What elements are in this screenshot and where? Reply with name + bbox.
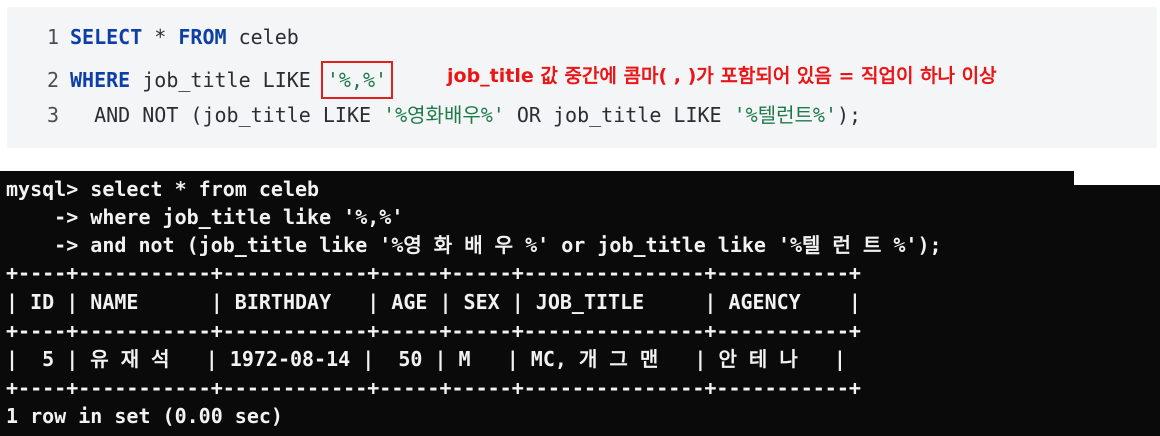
code-text: celeb xyxy=(226,25,299,49)
result-summary: 1 row in set (0.00 sec) xyxy=(6,404,283,428)
highlighted-pattern-string: '%,%' xyxy=(320,61,394,99)
terminal-gap xyxy=(1074,171,1160,185)
code-text: AND NOT (job_title LIKE xyxy=(94,103,384,127)
sql-code-editor: 1 SELECT * FROM celeb 2 WHERE job_title LI… xyxy=(7,7,1157,148)
code-text: job_title LIKE xyxy=(130,68,323,92)
table-border: +----+-----------+------------+-----+---… xyxy=(6,261,861,285)
string-literal: '%영화배우%' xyxy=(383,103,505,127)
table-border: +----+-----------+------------+-----+---… xyxy=(6,376,861,400)
code-text: OR job_title LIKE xyxy=(504,103,734,127)
table-row: | 5 | 유 재 석 | 1972-08-14 | 50 | M | MC, … xyxy=(6,347,846,371)
code-line-3: 3 AND NOT (job_title LIKE '%영화배우%' OR jo… xyxy=(7,100,861,130)
table-border: +----+-----------+------------+-----+---… xyxy=(6,319,861,343)
code-text: * xyxy=(142,25,179,49)
table-header-row: | ID | NAME | BIRTHDAY | AGE | SEX | JOB… xyxy=(6,290,861,314)
line-number: 1 xyxy=(46,25,59,49)
annotation-note: job_title 값 중간에 콤마( , )가 포함되어 있음 = 직업이 하… xyxy=(447,65,997,87)
terminal-prompt-line: mysql> select * from celeb xyxy=(6,177,320,201)
line-number: 3 xyxy=(46,103,59,127)
keyword-select: SELECT xyxy=(70,25,143,49)
keyword-from: FROM xyxy=(178,25,227,49)
keyword-where: WHERE xyxy=(70,68,131,92)
mysql-terminal: mysql> select * from celeb -> where job_… xyxy=(0,171,1160,436)
code-line-2: 2 WHERE job_title LIKE '%,%' xyxy=(7,61,394,99)
string-literal: '%텔런트%' xyxy=(733,103,837,127)
terminal-continuation-line: -> where job_title like '%,%' xyxy=(6,205,404,229)
code-line-1: 1 SELECT * FROM celeb xyxy=(7,22,299,52)
terminal-continuation-line: -> and not (job_title like '%영 화 배 우 %' … xyxy=(6,233,942,257)
code-text: ); xyxy=(837,103,862,127)
line-number: 2 xyxy=(46,68,59,92)
